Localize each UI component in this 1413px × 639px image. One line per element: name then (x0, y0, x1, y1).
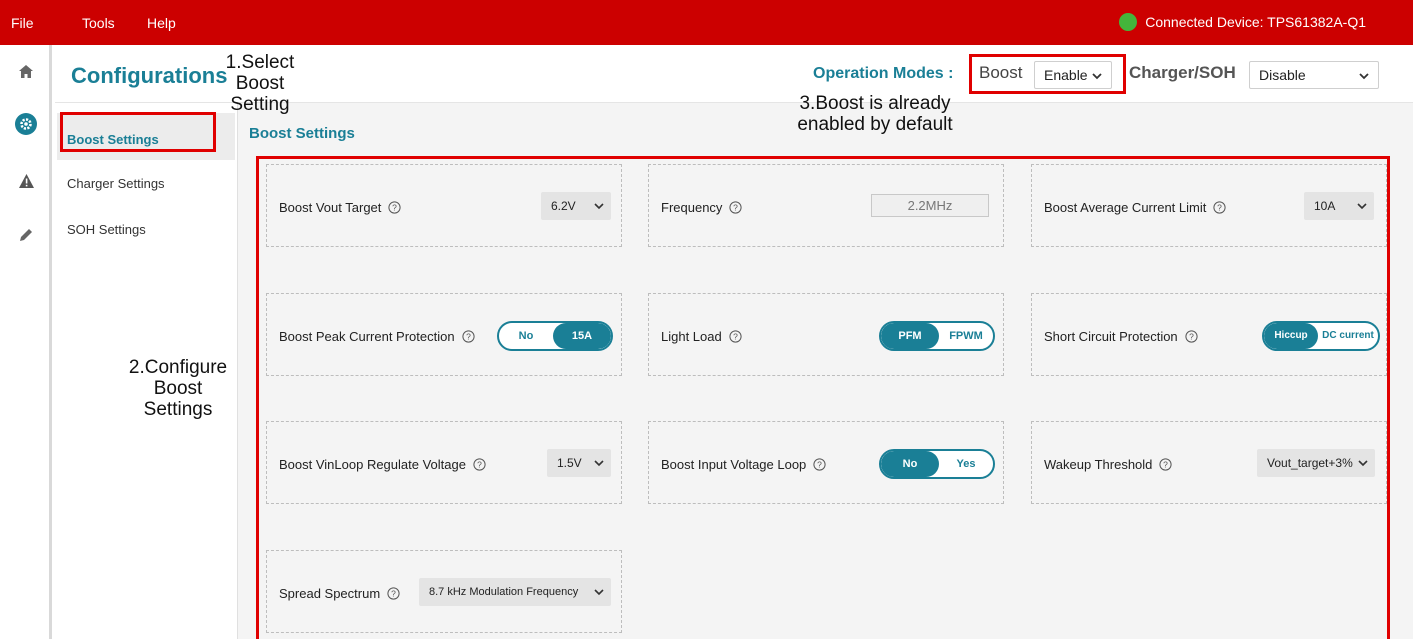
charger-soh-value: Disable (1259, 67, 1306, 83)
connection-dot-icon (1119, 13, 1138, 31)
annotation-box-boost-mode (969, 54, 1126, 94)
chevron-down-icon (1359, 73, 1369, 80)
section-title: Boost Settings (249, 125, 355, 142)
annotation-step2: 2.Configure Boost Settings (128, 357, 228, 420)
subnav-item-soh-settings[interactable]: SOH Settings (67, 222, 146, 237)
icon-rail (0, 45, 52, 639)
annotation-box-settings-grid (256, 156, 1390, 639)
annotation-step3: 3.Boost is already enabled by default (797, 93, 953, 135)
charger-soh-select[interactable]: Disable (1249, 61, 1379, 89)
subnav-item-charger-settings[interactable]: Charger Settings (67, 176, 165, 191)
gear-icon[interactable] (15, 113, 37, 135)
menu-bar: File Tools Help Connected Device: TPS613… (0, 0, 1413, 45)
connection-label: Connected Device: TPS61382A-Q1 (1145, 14, 1366, 30)
connection-status: Connected Device: TPS61382A-Q1 (1119, 13, 1366, 31)
charger-soh-label: Charger/SOH (1129, 63, 1236, 82)
pencil-icon[interactable] (18, 227, 34, 243)
operation-modes-label: Operation Modes : (813, 65, 954, 82)
warning-icon[interactable] (18, 173, 34, 189)
menu-file[interactable]: File (11, 15, 34, 31)
home-icon[interactable] (18, 63, 34, 79)
annotation-box-boost-settings (60, 112, 216, 152)
page-title: Configurations (71, 63, 228, 88)
menu-help[interactable]: Help (147, 15, 176, 31)
annotation-step1: 1.Select Boost Setting (225, 52, 295, 115)
menu-tools[interactable]: Tools (82, 15, 115, 31)
